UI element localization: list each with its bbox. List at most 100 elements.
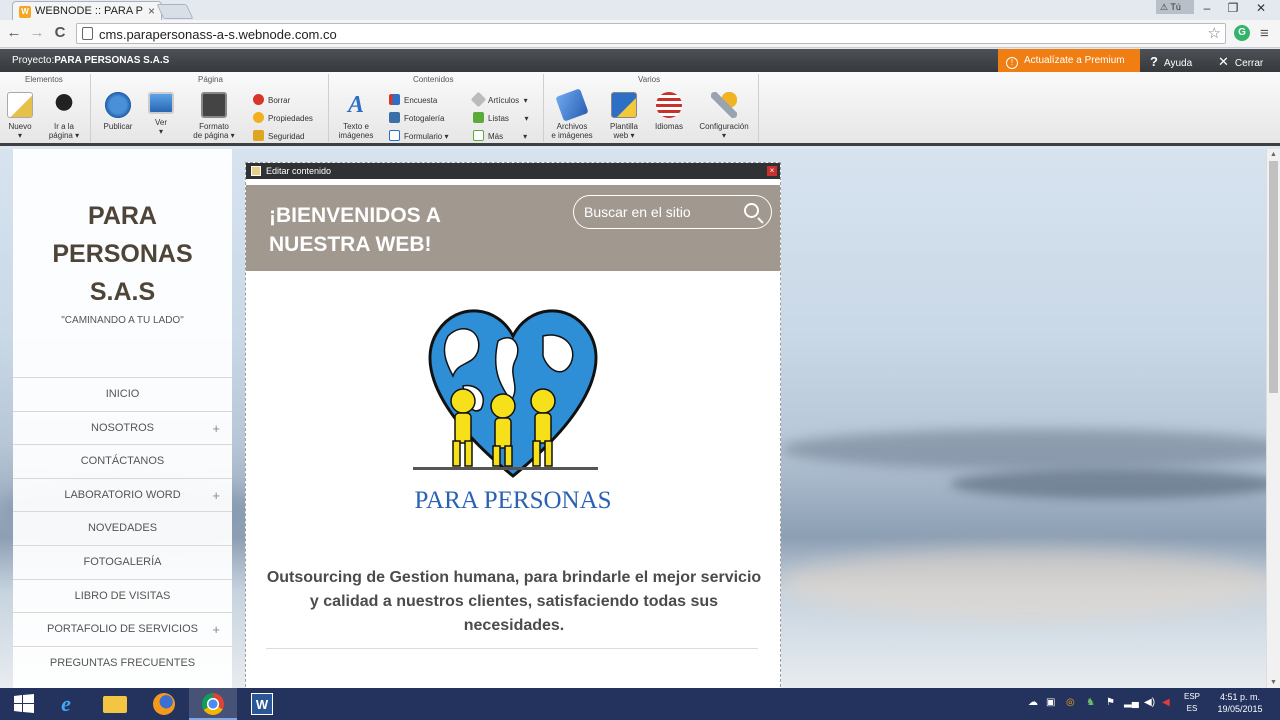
browser-menu-icon[interactable]: ≡ [1260,25,1269,42]
delete-button[interactable]: Borrar [253,94,290,105]
form-button[interactable]: Formulario ▾ [389,130,448,141]
reload-icon[interactable]: C [51,24,69,41]
more-button[interactable]: Más ▾ [473,130,527,141]
menu-item-inicio[interactable]: INICIO [13,377,232,411]
delete-icon [253,94,264,105]
search-icon[interactable] [744,203,759,218]
page-format-button[interactable]: Formato de página ▾ [186,92,242,140]
site-sidebar: PARA PERSONAS S.A.S "CAMINANDO A TU LADO… [13,149,232,688]
keyboard-code: ES [1186,704,1198,713]
editable-content-area[interactable]: Editar contenido × ¡BIENVENIDOS A NUESTR… [245,162,781,688]
address-bar[interactable]: cms.parapersonass-a-s.webnode.com.co ☆ [76,23,1226,44]
help-icon: ? [1150,54,1158,69]
user-profile-badge[interactable]: ⚠ Tú [1156,0,1194,14]
publish-label: Publicar [103,122,133,131]
content-divider [266,648,758,649]
site-slogan: "CAMINANDO A TU LADO" [61,315,184,326]
app-tray-icon[interactable]: ◎ [1066,697,1075,708]
menu-item-nosotros[interactable]: NOSOTROS + [13,410,232,445]
poll-button[interactable]: Encuesta [389,94,437,105]
flag-tray-icon[interactable]: ⚑ [1106,697,1115,708]
site-title[interactable]: PARA PERSONAS S.A.S [13,197,232,311]
files-images-button[interactable]: Archivos e imágenes [548,88,596,140]
site-search[interactable] [573,195,772,229]
system-clock[interactable]: 4:51 p. m. 19/05/2015 [1210,691,1270,715]
volume-icon[interactable]: ◀) [1144,697,1155,708]
menu-item-fotogaleria[interactable]: FOTOGALERÍA [13,544,232,579]
onedrive-icon[interactable]: ☁ [1028,697,1038,708]
edit-content-bar[interactable]: Editar contenido × [246,163,780,179]
scroll-up-icon[interactable]: ▲ [1270,151,1277,158]
gallery-icon [389,112,400,123]
menu-item-portafolio[interactable]: PORTAFOLIO DE SERVICIOS + [13,612,232,646]
browser-tab[interactable]: W WEBNODE :: PARA PERSO × [12,1,162,21]
menu-item-novedades[interactable]: NOVEDADES [13,511,232,545]
scroll-down-icon[interactable]: ▼ [1270,679,1277,686]
new-tab-button[interactable] [156,4,194,19]
window-close-icon[interactable]: ✕ [1248,0,1274,16]
ribbon-divider [328,74,329,142]
company-logo: PARA PERSONAS [403,291,623,540]
upgrade-icon: ! [1006,57,1018,69]
menu-item-preguntas[interactable]: PREGUNTAS FRECUENTES [13,645,232,680]
taskbar-file-explorer[interactable] [91,688,139,720]
minimize-icon[interactable]: – [1194,0,1220,16]
start-button[interactable] [0,688,48,720]
monitor-icon [148,92,174,114]
extension-icon[interactable]: G [1234,25,1250,41]
close-editor-button[interactable]: ✕ Cerrar [1218,54,1263,70]
photo-gallery-button[interactable]: Fotogalería [389,112,444,123]
taskbar-chrome[interactable] [189,688,237,720]
languages-button[interactable]: Idiomas [651,92,687,131]
template-button[interactable]: Plantilla web ▾ [606,92,642,140]
project-title: PARA PERSONAS S.A.S [54,55,170,66]
text-images-button[interactable]: A Texto e imágenes [336,92,376,140]
security-button[interactable]: Seguridad [253,130,304,141]
menu-item-contactanos[interactable]: CONTÁCTANOS [13,444,232,478]
maximize-icon[interactable]: ❐ [1220,0,1246,16]
tab-close-icon[interactable]: × [148,4,155,18]
group-title-elementos: Elementos [25,75,63,84]
edit-close-icon[interactable]: × [767,166,777,176]
security-tray-icon[interactable]: ♞ [1086,697,1095,708]
publish-button[interactable]: Publicar [100,92,136,131]
expand-plus-icon[interactable]: + [212,479,220,512]
signal-tray-icon[interactable]: ▂▄ [1124,697,1139,708]
page-scrollbar[interactable]: ▲ ▼ [1266,149,1280,688]
input-language[interactable]: ESP ES [1184,691,1200,715]
speaker-alert-icon[interactable]: ◀ [1162,697,1170,708]
forward-arrow-icon[interactable]: → [28,24,46,41]
menu-item-libro-de-visitas[interactable]: LIBRO DE VISITAS [13,578,232,613]
browser-tab-strip: W WEBNODE :: PARA PERSO × ⚠ Tú – ❐ ✕ [0,0,1280,21]
lists-label: Listas [488,114,509,123]
view-button[interactable]: Ver ▾ [146,92,176,136]
go-to-page-button[interactable]: Ir a la página ▾ [44,92,84,140]
hero-title: ¡BIENVENIDOS A NUESTRA WEB! [269,204,441,256]
premium-label: Actualízate a Premium [1024,55,1125,66]
close-label: Cerrar [1234,58,1264,69]
menu-item-label: CONTÁCTANOS [80,455,165,468]
new-button[interactable]: Nuevo ▾ [6,92,34,140]
clock-time: 4:51 p. m. [1219,692,1261,702]
bookmark-star-icon[interactable]: ☆ [1208,24,1221,42]
taskbar-firefox[interactable] [140,688,188,720]
flags-icon [656,92,682,118]
help-button[interactable]: ? Ayuda [1150,54,1192,69]
scrollbar-thumb[interactable] [1269,161,1278,393]
back-arrow-icon[interactable]: ← [5,24,23,41]
expand-plus-icon[interactable]: + [212,613,220,646]
configuration-button[interactable]: Configuración ▾ [694,92,754,140]
premium-upgrade-button[interactable]: ! Actualízate a Premium [998,49,1140,72]
menu-item-laboratorio-word[interactable]: LABORATORIO WORD + [13,477,232,512]
search-input[interactable] [584,204,734,220]
taskbar-word[interactable]: W [238,688,286,720]
taskbar-internet-explorer[interactable]: e [42,688,90,720]
articles-button[interactable]: Artículos ▾ [470,91,528,108]
properties-button[interactable]: Propiedades [253,112,313,123]
network-tray-icon[interactable]: ▣ [1046,697,1055,708]
menu-item-label: FOTOGALERÍA [83,555,162,568]
more-label: Más [488,132,504,141]
expand-plus-icon[interactable]: + [212,412,220,445]
template-icon [611,92,637,118]
lists-button[interactable]: Listas ▾ [473,112,528,123]
